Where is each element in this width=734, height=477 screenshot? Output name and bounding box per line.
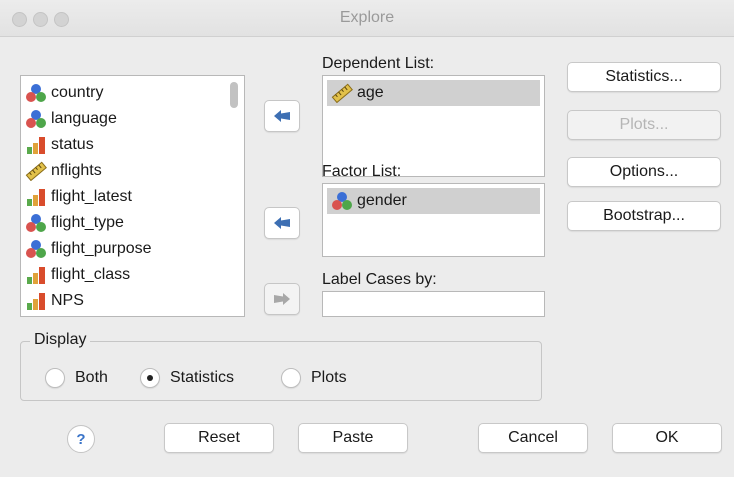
ordinal-icon [25,265,47,285]
paste-button[interactable]: Paste [298,423,408,453]
variable-item-NPS[interactable]: NPS [21,288,244,314]
variable-item-label: country [51,84,104,101]
display-both-label: Both [75,369,108,386]
variable-item-flight_type[interactable]: flight_type [21,210,244,236]
radio-button-selected-icon [140,368,160,388]
variable-item-language[interactable]: language [21,106,244,132]
dependent-item-label: age [357,84,384,101]
variable-item-country[interactable]: country [21,80,244,106]
variable-item-label: flight_class [51,266,131,283]
right-arrow-icon [274,293,290,305]
variable-item-label: status [51,136,94,153]
variable-list[interactable]: country language status nflights flight_late… [20,75,245,317]
display-plots-radio[interactable]: Plots [281,368,347,388]
move-to-label-cases-button[interactable] [264,283,300,315]
variable-item-status[interactable]: status [21,132,244,158]
left-arrow-icon [274,217,290,229]
variable-item-label: language [51,110,117,127]
reset-button[interactable]: Reset [164,423,274,453]
ordinal-icon [25,291,47,311]
variable-list-scrollbar[interactable] [230,82,238,108]
dependent-list-box[interactable]: age [322,75,545,177]
ordinal-icon [25,187,47,207]
variable-item-flight_latest[interactable]: flight_latest [21,184,244,210]
variable-item-flight_class[interactable]: flight_class [21,262,244,288]
radio-button-icon [45,368,65,388]
scale-icon [331,83,353,104]
move-to-factor-button[interactable] [264,207,300,239]
ok-button[interactable]: OK [612,423,722,453]
variable-item-flight_purpose[interactable]: flight_purpose [21,236,244,262]
help-button[interactable]: ? [67,425,95,453]
variable-item-label: flight_type [51,214,124,231]
variable-item-label: flight_purpose [51,240,152,257]
variable-item-label: NPS [51,292,84,309]
title-bar: Explore [0,0,734,37]
variable-item-label: flight_latest [51,188,132,205]
bootstrap-button[interactable]: Bootstrap... [567,201,721,231]
dependent-item-age[interactable]: age [327,80,540,106]
nominal-icon [25,109,47,129]
display-statistics-radio[interactable]: Statistics [140,368,234,388]
options-button[interactable]: Options... [567,157,721,187]
factor-item-label: gender [357,192,407,209]
scale-icon [25,161,47,182]
variable-item-nflights[interactable]: nflights [21,158,244,184]
factor-item-gender[interactable]: gender [327,188,540,214]
display-statistics-label: Statistics [170,369,235,386]
nominal-icon [25,213,47,233]
nominal-icon [25,239,47,259]
window-title: Explore [339,9,395,26]
display-plots-label: Plots [311,369,347,386]
factor-list-box[interactable]: gender [322,183,545,257]
left-arrow-icon [274,110,290,122]
move-to-dependent-button[interactable] [264,100,300,132]
cancel-button[interactable]: Cancel [478,423,588,453]
radio-button-icon [281,368,301,388]
dependent-list-label: Dependent List: [322,55,435,72]
label-cases-label: Label Cases by: [322,271,437,288]
nominal-icon [331,191,353,211]
statistics-button[interactable]: Statistics... [567,62,721,92]
plots-button[interactable]: Plots... [567,110,721,140]
ordinal-icon [25,135,47,155]
display-both-radio[interactable]: Both [45,368,108,388]
label-cases-field[interactable] [322,291,545,317]
display-legend: Display [30,331,91,349]
factor-list-label: Factor List: [322,163,402,180]
nominal-icon [25,83,47,103]
variable-item-label: nflights [51,162,102,179]
